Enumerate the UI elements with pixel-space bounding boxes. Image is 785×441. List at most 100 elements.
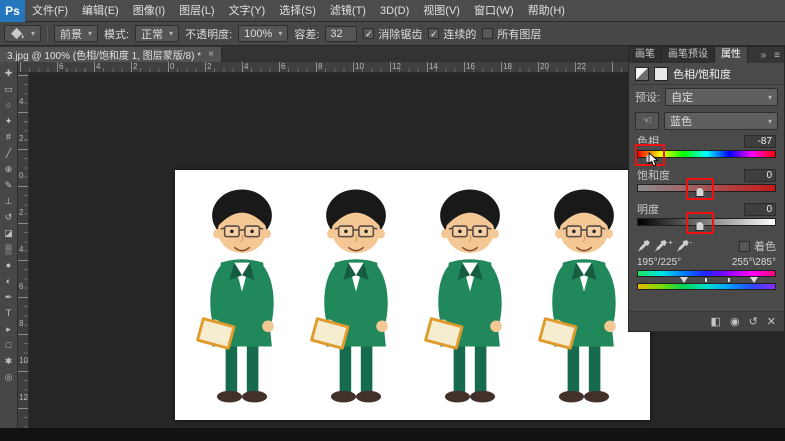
tool-preset-dropdown[interactable]: ▾ [4,25,41,42]
ruler-label: 4 [96,62,100,71]
menu-item-file[interactable]: 文件(F) [25,0,75,22]
status-bar [0,428,785,441]
ruler-label: 10 [355,62,364,71]
crop-tool[interactable]: # [0,129,17,145]
tab-properties[interactable]: 属性 [715,47,748,63]
eyedropper-plus-icon[interactable] [654,239,668,253]
zoom-tool[interactable]: ◎ [0,369,17,385]
menu-item-help[interactable]: 帮助(H) [521,0,572,22]
document-canvas[interactable] [175,170,650,420]
healing-brush-tool[interactable]: ⊕ [0,161,17,177]
saturation-value-field[interactable]: 0 [744,169,776,182]
menu-item-view[interactable]: 视图(V) [416,0,467,22]
brush-tool[interactable]: ✎ [0,177,17,193]
dodge-tool[interactable]: ◐ [0,273,17,289]
pen-tool[interactable]: ✒ [0,289,17,305]
marquee-tool[interactable]: ▭ [0,81,17,97]
ruler-label: 6 [19,282,23,291]
colorize-checkbox[interactable]: 着色 [739,238,776,254]
eyedropper-tool[interactable]: ╱ [0,145,17,161]
hue-range-markers [637,277,776,283]
menu-item-edit[interactable]: 编辑(E) [75,0,126,22]
all-layers-checkbox[interactable]: 所有图层 [482,26,541,42]
range-falloff-handle[interactable] [680,277,688,283]
eyedropper-icon[interactable] [637,239,651,253]
shape-tool[interactable]: □ [0,337,17,353]
saturation-label: 饱和度 [637,167,670,183]
gradient-tool[interactable]: ▒ [0,241,17,257]
preset-dropdown[interactable]: 自定 ▾ [665,88,778,106]
delete-adjustment-icon[interactable]: ✕ [767,315,776,328]
ruler-label: 0 [170,62,174,71]
menu-item-layer[interactable]: 图层(L) [172,0,221,22]
ruler-label: 6 [281,62,285,71]
range-edge-handle[interactable] [727,277,731,283]
all-layers-label: 所有图层 [497,26,541,42]
close-icon[interactable]: × [208,49,214,60]
reset-icon[interactable]: ↺ [749,315,758,328]
path-selection-tool[interactable]: ▸ [0,321,17,337]
options-separator [47,26,48,42]
hue-slider-row: 色相 -87 [629,134,784,158]
hand-tool[interactable]: ✱ [0,353,17,369]
menu-item-3d[interactable]: 3D(D) [373,0,416,22]
tolerance-input[interactable]: 32 [325,26,357,42]
contiguous-label: 连续的 [443,26,476,42]
range-falloff-handle[interactable] [750,277,758,283]
range-right-value: 255°\285° [732,257,776,269]
hue-slider[interactable] [637,150,776,158]
collapse-panel-icon[interactable]: » [757,50,771,61]
antialias-checkbox[interactable]: ✓ 消除锯齿 [363,26,422,42]
menu-item-filter[interactable]: 滤镜(T) [323,0,373,22]
contiguous-checkbox[interactable]: ✓ 连续的 [428,26,476,42]
chevron-down-icon: ▾ [169,29,173,38]
menu-item-type[interactable]: 文字(Y) [222,0,273,22]
blur-tool[interactable]: ● [0,257,17,273]
lasso-tool[interactable]: ○ [0,97,17,113]
panel-tab-bar: 画笔 画笔预设 属性 » ≡ [629,47,784,63]
visibility-eye-icon[interactable]: ◉ [730,315,740,328]
opacity-dropdown[interactable]: 100% ▾ [238,25,288,42]
preset-row: 预设: 自定 ▾ [629,85,784,109]
lightness-slider-handle[interactable] [695,221,704,231]
menu-bar: Ps 文件(F) 编辑(E) 图像(I) 图层(L) 文字(Y) 选择(S) 滤… [0,0,785,22]
layer-mask-icon[interactable] [654,67,668,81]
menu-item-image[interactable]: 图像(I) [126,0,172,22]
clone-stamp-tool[interactable]: ⊥ [0,193,17,209]
eraser-tool[interactable]: ◪ [0,225,17,241]
lightness-slider[interactable] [637,218,776,226]
targeted-adjustment-tool-button[interactable]: ☜ [635,112,659,130]
lightness-slider-row: 明度 0 [629,202,784,226]
chevron-down-icon: ▾ [88,29,92,38]
type-tool[interactable]: T [0,305,17,321]
saturation-slider-handle[interactable] [695,187,704,197]
range-edge-handle[interactable] [704,277,708,283]
colorize-label: 着色 [754,238,776,254]
quick-selection-tool[interactable]: ✦ [0,113,17,129]
preset-label: 预设: [635,89,660,105]
fill-source-dropdown[interactable]: 前景 ▾ [54,25,98,42]
hue-value-field[interactable]: -87 [744,135,776,148]
lightness-value-field[interactable]: 0 [744,203,776,216]
photoshop-logo-text: Ps [5,4,20,18]
tolerance-value: 32 [330,28,342,40]
move-tool[interactable]: ✚ [0,65,17,81]
eyedropper-minus-icon[interactable] [676,239,690,253]
opacity-label: 不透明度: [185,26,232,42]
channel-dropdown[interactable]: 蓝色 ▾ [664,112,778,130]
ruler-label: 8 [318,62,322,71]
document-tab[interactable]: 3.jpg @ 100% (色相/饱和度 1, 图层蒙版/8) * × [0,47,222,63]
tab-brush-presets[interactable]: 画笔预设 [662,47,715,63]
mouse-cursor-icon [648,152,659,168]
panel-menu-icon[interactable]: ≡ [770,50,784,61]
clip-to-layer-icon[interactable]: ◧ [711,315,721,328]
mode-dropdown[interactable]: 正常 ▾ [135,25,179,42]
menu-item-window[interactable]: 窗口(W) [467,0,521,22]
saturation-slider[interactable] [637,184,776,192]
hue-range-labels: 195°/225° 255°\285° [629,256,784,270]
tab-brush[interactable]: 画笔 [629,47,662,63]
history-brush-tool[interactable]: ↺ [0,209,17,225]
hue-ramp-bottom [637,283,776,290]
tools-panel: ✚ ▭ ○ ✦ # ╱ ⊕ ✎ ⊥ ↺ ◪ ▒ ● ◐ ✒ T ▸ □ ✱ ◎ [0,62,18,428]
menu-item-select[interactable]: 选择(S) [272,0,323,22]
